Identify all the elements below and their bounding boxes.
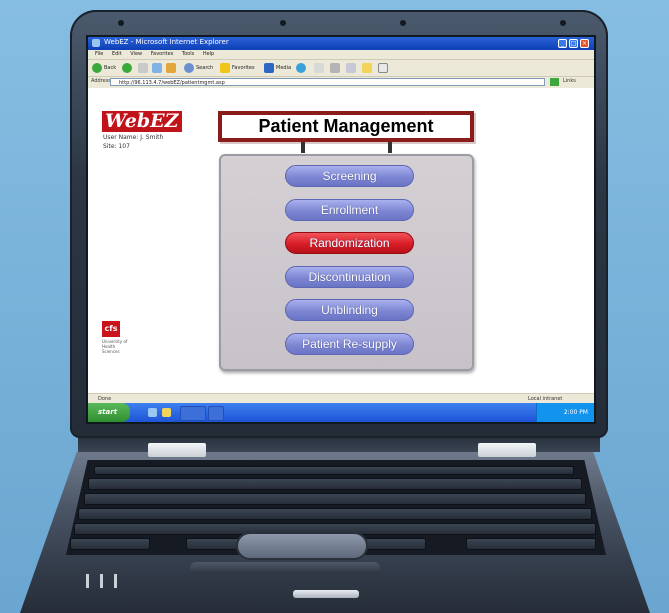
unblinding-button[interactable]: Unblinding — [285, 299, 414, 321]
user-name: User Name: J. Smith — [103, 134, 164, 141]
browser-icon — [92, 39, 100, 47]
touchpad[interactable] — [236, 532, 368, 560]
banner-post — [301, 142, 305, 153]
touchpad-buttons[interactable] — [190, 562, 380, 574]
menu-edit[interactable]: Edit — [112, 51, 122, 57]
lid-screw — [118, 20, 124, 26]
footer-logo: cfs — [102, 321, 120, 337]
laptop-screen: WebEZ - Microsoft Internet Explorer _ □ … — [86, 35, 596, 424]
links-label[interactable]: Links — [563, 78, 576, 84]
messenger-icon[interactable] — [378, 63, 388, 73]
maximize-button[interactable]: □ — [569, 39, 578, 48]
stop-icon[interactable] — [138, 63, 148, 73]
menu-file[interactable]: File — [95, 51, 103, 57]
system-tray: 2:00 PM — [536, 403, 594, 422]
taskbar-window[interactable] — [208, 406, 224, 421]
status-led — [114, 574, 117, 588]
clock: 2:00 PM — [563, 409, 588, 416]
home-key-row — [78, 508, 592, 520]
patient-resupply-button[interactable]: Patient Re-supply — [285, 333, 414, 355]
window-title: WebEZ - Microsoft Internet Explorer — [104, 38, 229, 46]
page-title: Patient Management — [218, 111, 474, 142]
media-icon[interactable] — [264, 63, 274, 73]
number-key-row — [88, 478, 582, 490]
webez-logo: WebEZ — [102, 111, 182, 132]
edit-icon[interactable] — [346, 63, 356, 73]
mail-icon[interactable] — [314, 63, 324, 73]
refresh-icon[interactable] — [152, 63, 162, 73]
footer-text: University of Health Sciences — [102, 339, 128, 354]
home-icon[interactable] — [166, 63, 176, 73]
discontinuation-button[interactable]: Discontinuation — [285, 266, 414, 288]
address-label: Address — [91, 78, 111, 84]
menu-bar: File Edit View Favorites Tools Help — [88, 50, 594, 59]
taskbar: start 2:00 PM — [88, 403, 594, 422]
back-icon[interactable] — [92, 63, 102, 73]
taskbar-window[interactable] — [180, 406, 206, 421]
browser-toolbar: Back Search Favorites Media — [88, 59, 594, 77]
status-text: Done — [98, 396, 112, 402]
close-button[interactable]: × — [580, 39, 589, 48]
qwerty-key-row — [84, 493, 586, 505]
hinge-latch — [148, 443, 206, 457]
arrow-keys — [466, 538, 596, 550]
favorites-label[interactable]: Favorites — [232, 63, 255, 74]
randomization-button[interactable]: Randomization — [285, 232, 414, 254]
back-label[interactable]: Back — [104, 63, 116, 74]
banner-post — [388, 142, 392, 153]
menu-help[interactable]: Help — [203, 51, 214, 57]
window-titlebar: WebEZ - Microsoft Internet Explorer _ □ … — [88, 37, 594, 50]
favorites-icon[interactable] — [220, 63, 230, 73]
start-button[interactable]: start — [88, 403, 130, 422]
media-label[interactable]: Media — [276, 63, 291, 74]
lid-screw — [280, 20, 286, 26]
quicklaunch-ie-icon[interactable] — [148, 408, 157, 417]
print-icon[interactable] — [330, 63, 340, 73]
status-led — [100, 574, 103, 588]
site-id: Site: 107 — [103, 143, 130, 150]
front-latch — [293, 590, 359, 598]
search-icon[interactable] — [184, 63, 194, 73]
go-button[interactable] — [550, 78, 559, 86]
ctrl-key — [70, 538, 150, 550]
menu-favorites[interactable]: Favorites — [151, 51, 174, 57]
search-label[interactable]: Search — [196, 63, 213, 74]
lid-screw — [560, 20, 566, 26]
zone-text: Local intranet — [528, 396, 563, 402]
screening-button[interactable]: Screening — [285, 165, 414, 187]
address-bar: Address http://96.113.4.7/webEZ/patientm… — [88, 76, 594, 88]
menu-view[interactable]: View — [130, 51, 142, 57]
address-input[interactable]: http://96.113.4.7/webEZ/patientmgmt.asp — [110, 78, 545, 86]
hinge-latch — [478, 443, 536, 457]
minimize-button[interactable]: _ — [558, 39, 567, 48]
status-led — [86, 574, 89, 588]
history-icon[interactable] — [296, 63, 306, 73]
function-key-row — [94, 466, 574, 475]
enrollment-button[interactable]: Enrollment — [285, 199, 414, 221]
folder-icon[interactable] — [362, 63, 372, 73]
forward-icon[interactable] — [122, 63, 132, 73]
quicklaunch-desktop-icon[interactable] — [162, 408, 171, 417]
menu-tools[interactable]: Tools — [182, 51, 194, 57]
lid-screw — [400, 20, 406, 26]
